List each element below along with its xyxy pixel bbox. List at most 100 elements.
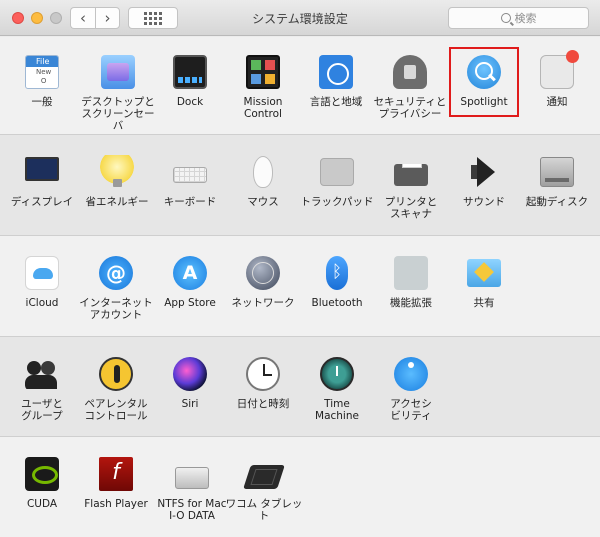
pref-label: セキュリティと プライバシー [373,96,447,120]
pref-label: ネットワーク [231,297,295,309]
search-field[interactable]: 検索 [448,7,589,29]
pref-time-machine[interactable]: Time Machine [297,356,377,422]
pref-label: CUDA [26,498,58,510]
pref-energy-saver[interactable]: 省エネルギー [77,154,157,208]
pref-label: 起動ディスク [525,196,589,208]
pref-label: 通知 [546,96,568,108]
pref-network[interactable]: ネットワーク [223,255,303,309]
pref-label: デスクトップと スクリーンセーバ [81,96,155,132]
pref-label: インターネット アカウント [79,297,153,321]
section-other: CUDA Flash Player NTFS for Mac I-O DATA … [0,437,600,537]
pref-keyboard[interactable]: キーボード [150,154,230,208]
pref-label: Flash Player [84,498,148,510]
pref-mission-control[interactable]: Mission Control [223,54,303,120]
pref-sharing[interactable]: 共有 [444,255,524,309]
pref-wacom-tablet[interactable]: ワコム タブレット [224,456,304,522]
pref-mouse[interactable]: マウス [223,154,303,208]
network-icon [246,256,280,290]
search-icon [500,13,511,23]
section-personal: 一般 デスクトップと スクリーンセーバ Dock Mission Control… [0,37,600,135]
pref-label: Spotlight [460,96,508,108]
pref-language-region[interactable]: 言語と地域 [296,54,376,108]
pref-users-groups[interactable]: ユーザと グループ [2,356,82,422]
window-title: システム環境設定 [252,12,348,26]
pref-internet-accounts[interactable]: インターネット アカウント [76,255,156,321]
pref-siri[interactable]: Siri [150,356,230,410]
pref-label: 日付と時刻 [236,398,290,410]
pref-label: マウス [247,196,279,208]
section-hardware: ディスプレイ 省エネルギー キーボード マウス トラックパッド プリンタと スキ… [0,135,600,236]
pref-label: Bluetooth [311,297,363,309]
app-store-icon [173,256,207,290]
search-placeholder: 検索 [514,12,537,25]
pref-label: Siri [181,398,199,410]
accessibility-icon [394,357,428,391]
sharing-icon [467,259,501,287]
pref-spotlight[interactable]: Spotlight [444,54,524,108]
pref-label: ディスプレイ [10,196,74,208]
startup-disk-icon [540,157,574,187]
pref-sound[interactable]: サウンド [444,154,524,208]
pref-app-store[interactable]: App Store [150,255,230,309]
pref-security-privacy[interactable]: セキュリティと プライバシー [370,54,450,120]
pref-parental-controls[interactable]: ペアレンタル コントロール [76,356,156,422]
pref-ntfs-for-mac[interactable]: NTFS for Mac I-O DATA [152,456,232,522]
internet-accounts-icon [99,256,133,290]
pref-label: App Store [164,297,216,309]
printer-scanner-icon [394,164,428,186]
ntfs-for-mac-icon [175,467,209,489]
forward-button[interactable]: › [95,7,120,29]
minimize-window-button[interactable] [31,12,43,24]
section-system: ユーザと グループ ペアレンタル コントロール Siri 日付と時刻 Time … [0,337,600,437]
back-button[interactable]: ‹ [70,7,95,29]
pref-label: 一般 [31,96,53,108]
pref-bluetooth[interactable]: Bluetooth [297,255,377,309]
siri-icon [173,357,207,391]
chevron-left-icon: ‹ [80,9,86,27]
pref-date-time[interactable]: 日付と時刻 [223,356,303,410]
show-all-button[interactable] [128,7,178,29]
pref-label: NTFS for Mac I-O DATA [157,498,227,522]
trackpad-icon [320,158,354,186]
pref-icloud[interactable]: iCloud [2,255,82,309]
pref-flash-player[interactable]: Flash Player [76,456,156,510]
pref-label: Dock [176,96,204,108]
pref-startup-disk[interactable]: 起動ディスク [517,154,597,208]
pref-label: 言語と地域 [309,96,363,108]
date-time-icon [246,357,280,391]
time-machine-icon [320,357,354,391]
grid-icon [144,11,162,25]
extensions-icon [394,256,428,290]
pref-printers-scanners[interactable]: プリンタと スキャナ [371,154,451,220]
pref-display[interactable]: ディスプレイ [2,154,82,208]
pref-extensions[interactable]: 機能拡張 [371,255,451,309]
dock-icon [173,55,207,89]
close-window-button[interactable] [12,12,24,24]
display-icon [25,157,59,181]
wacom-tablet-icon [243,465,285,489]
pref-label: サウンド [463,196,505,208]
pref-label: Mission Control [243,96,283,120]
keyboard-icon [173,167,207,183]
bluetooth-icon [326,256,348,290]
icloud-icon [25,256,59,290]
pref-notifications[interactable]: 通知 [517,50,597,108]
cuda-icon [25,457,59,491]
pref-accessibility[interactable]: アクセシ ビリティ [371,356,451,422]
language-region-icon [319,55,353,89]
section-internet-wireless: iCloud インターネット アカウント App Store ネットワーク Bl… [0,236,600,337]
navigation-group: ‹ › [70,7,120,29]
pref-desktop-screensaver[interactable]: デスクトップと スクリーンセーバ [78,54,158,132]
pref-label: Time Machine [315,398,359,422]
pref-cuda[interactable]: CUDA [2,456,82,510]
pref-trackpad[interactable]: トラックパッド [297,154,377,208]
mission-control-icon [246,55,280,89]
general-icon [25,55,59,89]
pref-label: キーボード [163,196,217,208]
zoom-window-button[interactable] [50,12,62,24]
pref-label: 共有 [473,297,495,309]
pref-general[interactable]: 一般 [2,54,82,108]
desktop-screensaver-icon [101,55,135,89]
energy-saver-icon [100,155,134,189]
pref-dock[interactable]: Dock [150,54,230,108]
